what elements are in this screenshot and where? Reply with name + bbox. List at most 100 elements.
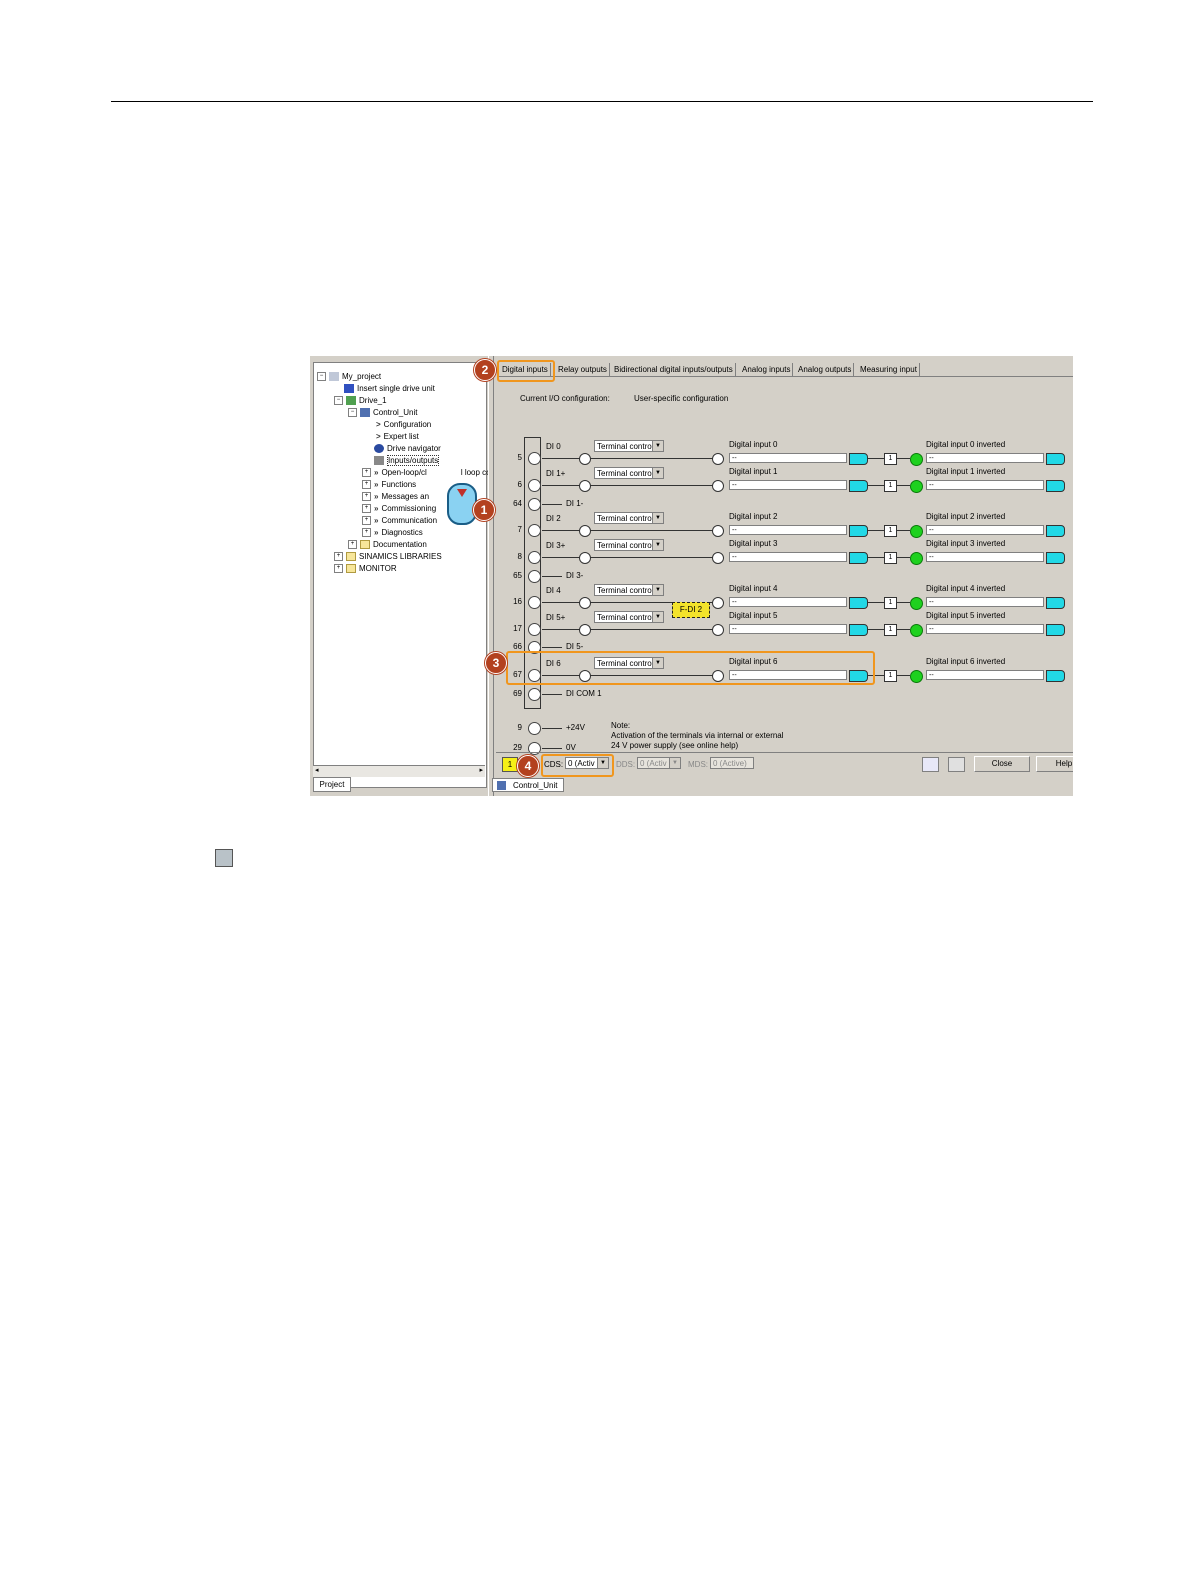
online-icon[interactable] (922, 757, 939, 772)
expand-icon[interactable]: + (362, 468, 371, 478)
inverted-field[interactable]: -- (926, 624, 1044, 634)
inverted-field[interactable]: -- (926, 552, 1044, 562)
inverted-field[interactable]: -- (926, 525, 1044, 535)
tree-item-communication[interactable]: +» Communication (362, 515, 437, 527)
connector-icon[interactable] (1046, 597, 1065, 609)
chevron-down-icon[interactable]: ▼ (669, 758, 680, 768)
mode-select[interactable]: Terminal control ▼ (594, 512, 664, 524)
dds-select[interactable]: 0 (Activ ▼ (637, 757, 681, 769)
digital-input-field[interactable]: -- (729, 624, 847, 634)
wire (542, 748, 562, 749)
collapse-icon[interactable]: − (317, 372, 326, 382)
connector-icon[interactable] (1046, 525, 1065, 537)
connector-icon[interactable] (849, 597, 868, 609)
tab-analog-inputs[interactable]: Analog inputs (740, 363, 794, 376)
inverted-field[interactable]: -- (926, 597, 1044, 607)
connector-icon[interactable] (849, 453, 868, 465)
digital-inputs-panel: Current I/O configuration: User-specific… (496, 376, 1073, 755)
tree-item-messages[interactable]: +» Messages an (362, 491, 429, 503)
digital-input-field[interactable]: -- (729, 480, 847, 490)
tab-measuring-input[interactable]: Measuring input (858, 363, 920, 376)
inverted-label: Digital input 0 inverted (926, 440, 1006, 449)
common-label: DI 3- (566, 571, 584, 580)
folder-icon (346, 552, 356, 562)
tree-item-drive-navigator[interactable]: Drive navigator (374, 443, 441, 455)
mds-field: 0 (Active) (710, 757, 754, 769)
connector-icon[interactable] (1046, 552, 1065, 564)
tab-relay-outputs[interactable]: Relay outputs (556, 363, 610, 376)
mode-select[interactable]: Terminal control ▼ (594, 539, 664, 551)
common-label: DI 1- (566, 499, 584, 508)
tree-item-commissioning[interactable]: +» Commissioning (362, 503, 436, 515)
chevron-icon: > (376, 420, 381, 429)
expand-icon[interactable]: + (362, 480, 371, 490)
collapse-icon[interactable]: − (334, 396, 343, 406)
expand-icon[interactable]: + (362, 492, 371, 502)
connector-icon[interactable] (849, 624, 868, 636)
collapse-icon[interactable]: − (348, 408, 357, 418)
tree-item-documentation[interactable]: + Documentation (348, 539, 427, 551)
tab-analog-outputs[interactable]: Analog outputs (796, 363, 855, 376)
close-button[interactable]: Close (974, 756, 1030, 772)
help-button[interactable]: Help (1036, 756, 1073, 772)
expand-icon[interactable]: + (362, 516, 371, 526)
tree-item-diagnostics[interactable]: +» Diagnostics (362, 527, 423, 539)
chevron-down-icon[interactable]: ▼ (652, 468, 663, 478)
expand-icon[interactable]: + (362, 504, 371, 514)
tree-item-insert[interactable]: Insert single drive unit (344, 383, 435, 395)
tab-bidirectional[interactable]: Bidirectional digital inputs/outputs (612, 363, 736, 376)
expand-icon[interactable]: + (334, 564, 343, 574)
terminal-icon (528, 688, 541, 701)
digital-input-field[interactable]: -- (729, 453, 847, 463)
mode-select[interactable]: Terminal control ▼ (594, 467, 664, 479)
common-label: DI COM 1 (566, 689, 602, 698)
digital-input-field[interactable]: -- (729, 597, 847, 607)
wire (896, 458, 910, 459)
connector-icon[interactable] (849, 552, 868, 564)
connector-icon[interactable] (1046, 453, 1065, 465)
refresh-icon[interactable] (948, 757, 965, 772)
chevron-down-icon[interactable]: ▼ (652, 585, 663, 595)
tree-item-control-unit[interactable]: − Control_Unit (348, 407, 417, 419)
pane-splitter[interactable] (488, 356, 494, 796)
tree-item-expert-list[interactable]: > Expert list (376, 431, 419, 443)
mode-select[interactable]: Terminal control ▼ (594, 611, 664, 623)
inverted-field[interactable]: -- (926, 453, 1044, 463)
terminal-number: 17 (513, 624, 522, 633)
scroll-right-icon[interactable]: ▸ (479, 766, 483, 774)
connector-icon[interactable] (849, 525, 868, 537)
inverted-field[interactable]: -- (926, 670, 1044, 680)
expand-icon[interactable]: + (348, 540, 357, 550)
scroll-left-icon[interactable]: ◂ (315, 766, 319, 774)
connector-icon[interactable] (1046, 624, 1065, 636)
expand-icon[interactable]: + (362, 528, 371, 538)
wire (542, 576, 562, 577)
connector-icon[interactable] (1046, 480, 1065, 492)
horizontal-scrollbar[interactable]: ◂ ▸ (313, 765, 485, 777)
tree-item-monitor[interactable]: + MONITOR (334, 563, 397, 575)
chevron-down-icon[interactable]: ▼ (652, 513, 663, 523)
tree-item-project[interactable]: − My_project (317, 371, 381, 383)
digital-input-field[interactable]: -- (729, 552, 847, 562)
inputs-outputs-icon (374, 456, 384, 466)
chevron-down-icon[interactable]: ▼ (652, 441, 663, 451)
connector-icon[interactable] (1046, 670, 1065, 682)
digital-input-field[interactable]: -- (729, 525, 847, 535)
expand-icon[interactable]: + (334, 552, 343, 562)
tree-item-libraries[interactable]: + SINAMICS LIBRARIES (334, 551, 442, 563)
tree-item-open-loop[interactable]: +» Open-loop/cl l loop cor (362, 467, 493, 479)
tree-item-drive[interactable]: − Drive_1 (334, 395, 387, 407)
mode-select[interactable]: Terminal control ▼ (594, 584, 664, 596)
chevron-down-icon[interactable]: ▼ (652, 540, 663, 550)
inverted-field[interactable]: -- (926, 480, 1044, 490)
tree-item-inputs-outputs[interactable]: Inputs/outputs (374, 455, 440, 467)
tree-item-functions[interactable]: +» Functions (362, 479, 416, 491)
mode-select[interactable]: Terminal control ▼ (594, 440, 664, 452)
wire (867, 458, 884, 459)
tree-item-configuration[interactable]: > Configuration (376, 419, 431, 431)
chevron-down-icon[interactable]: ▼ (652, 612, 663, 622)
connector-icon[interactable] (849, 480, 868, 492)
tab-control-unit[interactable]: Control_Unit (492, 778, 564, 792)
tab-project[interactable]: Project (313, 777, 351, 792)
digital-input-label: Digital input 4 (729, 584, 778, 593)
